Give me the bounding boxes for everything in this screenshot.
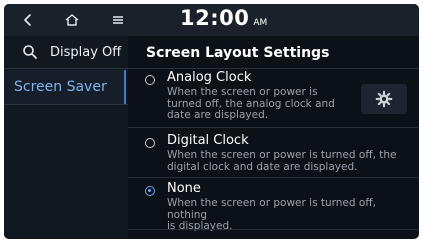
clock: 12:00 AM bbox=[180, 6, 267, 36]
option-divider bbox=[128, 229, 419, 230]
option-digital-clock[interactable]: Digital Clock When the screen or power i… bbox=[128, 128, 419, 176]
option-description-line: When the screen or power is bbox=[167, 86, 318, 98]
option-none[interactable]: None When the screen or power is turned … bbox=[128, 178, 419, 232]
option-description-line: is displayed. bbox=[167, 220, 233, 232]
analog-clock-settings-button[interactable] bbox=[361, 84, 407, 114]
option-description: When the screen or power is turned off, … bbox=[167, 149, 417, 173]
option-description-line: When the screen or power is turned off, … bbox=[167, 149, 397, 161]
chevron-left-icon bbox=[24, 14, 31, 26]
sidebar-item-label: Screen Saver bbox=[14, 79, 107, 95]
option-description-line: date are displayed. bbox=[167, 109, 269, 121]
option-description-line: When the screen or power is turned off, … bbox=[167, 197, 376, 221]
search-button[interactable] bbox=[18, 40, 42, 64]
top-bar: 12:00 AM bbox=[4, 4, 419, 36]
back-button[interactable] bbox=[10, 4, 46, 36]
option-title: Analog Clock bbox=[167, 70, 252, 85]
page-title: Screen Layout Settings bbox=[146, 45, 330, 61]
none-radio[interactable] bbox=[145, 186, 155, 196]
sidebar bbox=[4, 36, 128, 239]
home-icon bbox=[65, 14, 79, 26]
option-description: When the screen or power is turned off, … bbox=[167, 86, 367, 122]
option-description: When the screen or power is turned off, … bbox=[167, 197, 419, 233]
home-button[interactable] bbox=[54, 4, 90, 36]
sidebar-item-screen-saver[interactable]: Screen Saver bbox=[4, 70, 126, 104]
search-icon bbox=[23, 45, 37, 59]
digital-clock-radio[interactable] bbox=[145, 138, 155, 148]
gear-icon bbox=[375, 90, 393, 108]
option-title: None bbox=[167, 181, 201, 196]
sidebar-divider bbox=[4, 68, 128, 69]
option-title: Digital Clock bbox=[167, 133, 249, 148]
option-description-line: digital clock and date are displayed. bbox=[167, 160, 358, 173]
sidebar-item-divider bbox=[4, 104, 128, 105]
analog-clock-radio[interactable] bbox=[145, 75, 155, 85]
menu-button[interactable] bbox=[100, 4, 136, 36]
clock-ampm: AM bbox=[253, 18, 268, 28]
clock-time: 12:00 bbox=[180, 6, 250, 30]
head-unit-screen: 12:00 AM Display Off Screen Saver Screen… bbox=[4, 4, 419, 239]
display-off-button[interactable]: Display Off bbox=[50, 38, 121, 66]
menu-icon bbox=[113, 16, 123, 24]
